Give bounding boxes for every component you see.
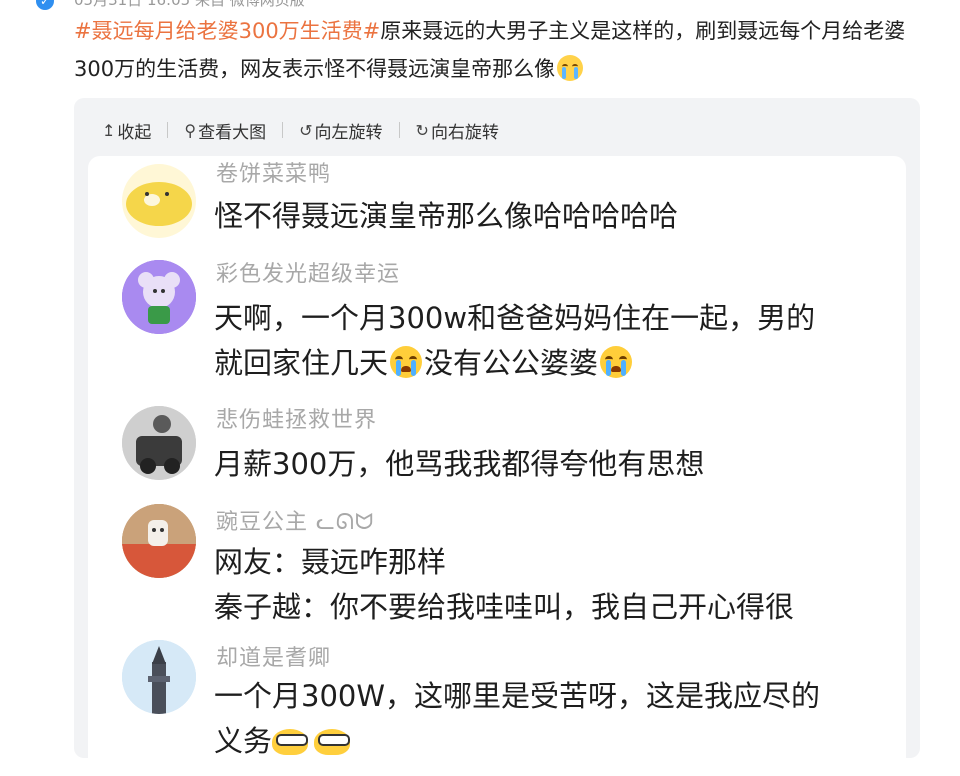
post-meta: 05月31日 16:05 来自 微博网页版 [74,0,305,9]
toolbar-divider [398,122,400,138]
comment-text: 网友：聂远咋那样 秦子越：你不要给我哇哇叫，我自己开心得很 [214,545,795,624]
image-toolbar: ↥ 收起 ⚲ 查看大图 ↺ 向左旋转 ↻ 向右旋转 [102,116,499,144]
post-meta-line: ✓ 05月31日 16:05 来自 微博网页版 [0,0,960,10]
toolbar-divider [282,122,284,138]
magnifier-icon: ⚲ [184,120,197,140]
comment-text: 天啊，一个月300w和爸爸妈妈住在一起，男的 就回家住几天 没有公公婆婆 [214,301,816,380]
rotate-left-label: 向左旋转 [314,122,383,143]
crying-face-icon [557,55,584,81]
rotate-right-label: 向右旋转 [430,122,499,143]
collapse-button[interactable]: ↥ 收起 [102,118,151,143]
comment-username[interactable]: 悲伤蛙拯救世界 [216,402,377,434]
nerd-face-icon [272,729,309,755]
nerd-face-icon [314,729,351,755]
avatar [122,260,196,334]
comment-screenshot-image[interactable]: 卷饼菜菜鸭 怪不得聂远演皇帝那么像哈哈哈哈哈 彩色发光超级幸运 天啊，一个月30… [88,156,906,776]
crying-face-icon [390,346,423,378]
post-hashtag-link[interactable]: #聂远每月给老婆300万生活费# [74,19,380,43]
post-text: #聂远每月给老婆300万生活费#原来聂远的大男子主义是这样的，刷到聂远每个月给老… [74,12,934,88]
rotate-right-button[interactable]: ↻ 向右旋转 [416,118,499,143]
view-large-label: 查看大图 [198,122,267,143]
comment-username[interactable]: 豌豆公主 ᓚᘏᗢ [216,504,374,536]
comment-username[interactable]: 却道是耆卿 [216,640,331,672]
rotate-left-button[interactable]: ↺ 向左旋转 [299,118,382,143]
verified-badge-icon: ✓ [36,0,54,10]
comment-username[interactable]: 卷饼菜菜鸭 [216,156,331,188]
avatar [122,406,196,480]
collapse-label: 收起 [117,122,152,143]
comment-text: 怪不得聂远演皇帝那么像哈哈哈哈哈 [214,199,679,233]
rotate-right-icon: ↻ [415,120,429,140]
crying-face-icon [600,346,633,378]
avatar [122,164,196,238]
avatar [122,504,196,578]
rotate-left-icon: ↺ [299,120,313,140]
collapse-arrow-icon: ↥ [102,120,116,140]
comment-text: 月薪300万，他骂我我都得夸他有思想 [214,447,705,481]
avatar [122,640,196,714]
comment-text: 一个月300W，这哪里是受苦呀，这是我应尽的 义务 [214,679,821,758]
view-large-button[interactable]: ⚲ 查看大图 [184,118,266,143]
image-viewer-panel: ↥ 收起 ⚲ 查看大图 ↺ 向左旋转 ↻ 向右旋转 卷饼菜菜鸭 怪不得聂远演皇帝… [74,98,920,776]
comment-username[interactable]: 彩色发光超级幸运 [216,256,400,288]
toolbar-divider [167,122,169,138]
